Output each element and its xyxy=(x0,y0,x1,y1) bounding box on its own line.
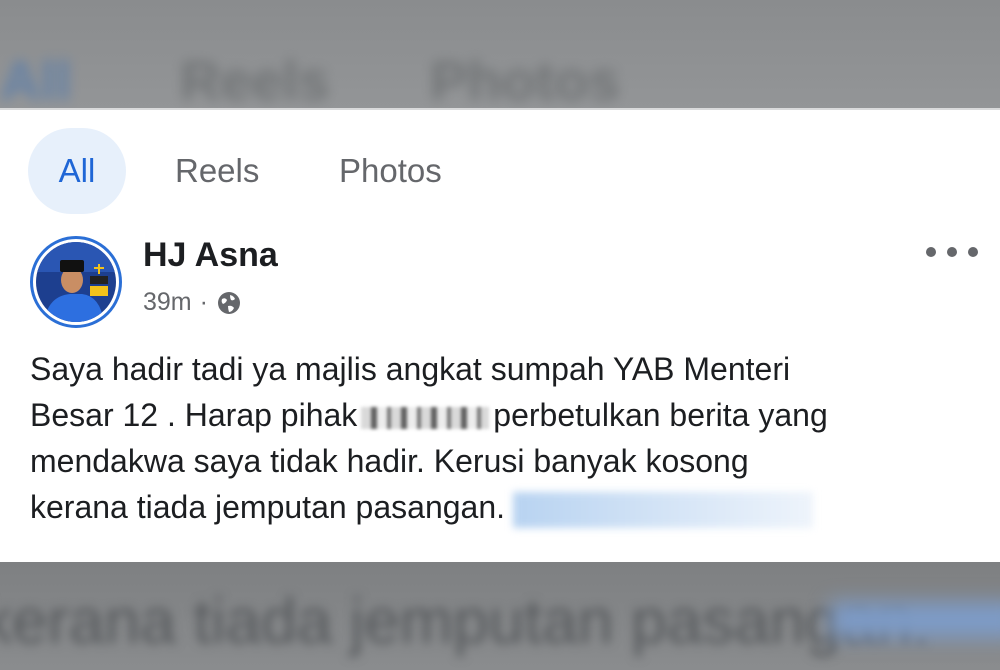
ghost-tab-reels: Reels xyxy=(180,49,330,108)
post-text-line: kerana tiada jemputan pasangan. xyxy=(30,484,970,530)
post-author-name[interactable]: HJ Asna xyxy=(143,236,278,275)
ghost-tab-photos: Photos xyxy=(430,49,620,108)
tab-reels[interactable]: Reels xyxy=(175,128,259,214)
avatar-image xyxy=(36,242,116,322)
post-text-segment: Besar 12 . Harap pihak xyxy=(30,397,358,433)
globe-icon[interactable] xyxy=(216,290,242,316)
meta-separator: · xyxy=(199,288,208,316)
post-card: All Reels Photos HJ Asna 39m · Saya hadi… xyxy=(0,108,1000,562)
post-timestamp[interactable]: 39m xyxy=(143,288,192,317)
post-meta: 39m · xyxy=(143,288,242,317)
blurred-hashtag-link xyxy=(513,491,814,528)
background-blur-bottom: kerana tiada jemputan pasangan. xyxy=(0,562,1000,670)
post-text-line: Besar 12 . Harap pihak perbetulkan berita… xyxy=(30,392,970,438)
avatar[interactable] xyxy=(30,236,122,328)
post-text-segment: kerana tiada jemputan pasangan. xyxy=(30,489,506,525)
ghost-text: kerana tiada jemputan pasangan. xyxy=(0,585,931,657)
ghost-tab-all: All xyxy=(0,49,72,108)
post-text-line: mendakwa saya tidak hadir. Kerusi banyak… xyxy=(30,443,749,479)
tab-photos[interactable]: Photos xyxy=(339,128,442,214)
tab-all[interactable]: All xyxy=(28,128,126,214)
background-blur-top: All Reels Photos xyxy=(0,0,1000,108)
post-text-line: Saya hadir tadi ya majlis angkat sumpah … xyxy=(30,351,791,387)
post-body: Saya hadir tadi ya majlis angkat sumpah … xyxy=(30,346,970,530)
more-options-icon[interactable] xyxy=(926,240,978,264)
post-text-segment: perbetulkan berita yang xyxy=(493,397,828,433)
ghost-link xyxy=(830,602,1000,638)
redacted-text xyxy=(361,406,490,429)
